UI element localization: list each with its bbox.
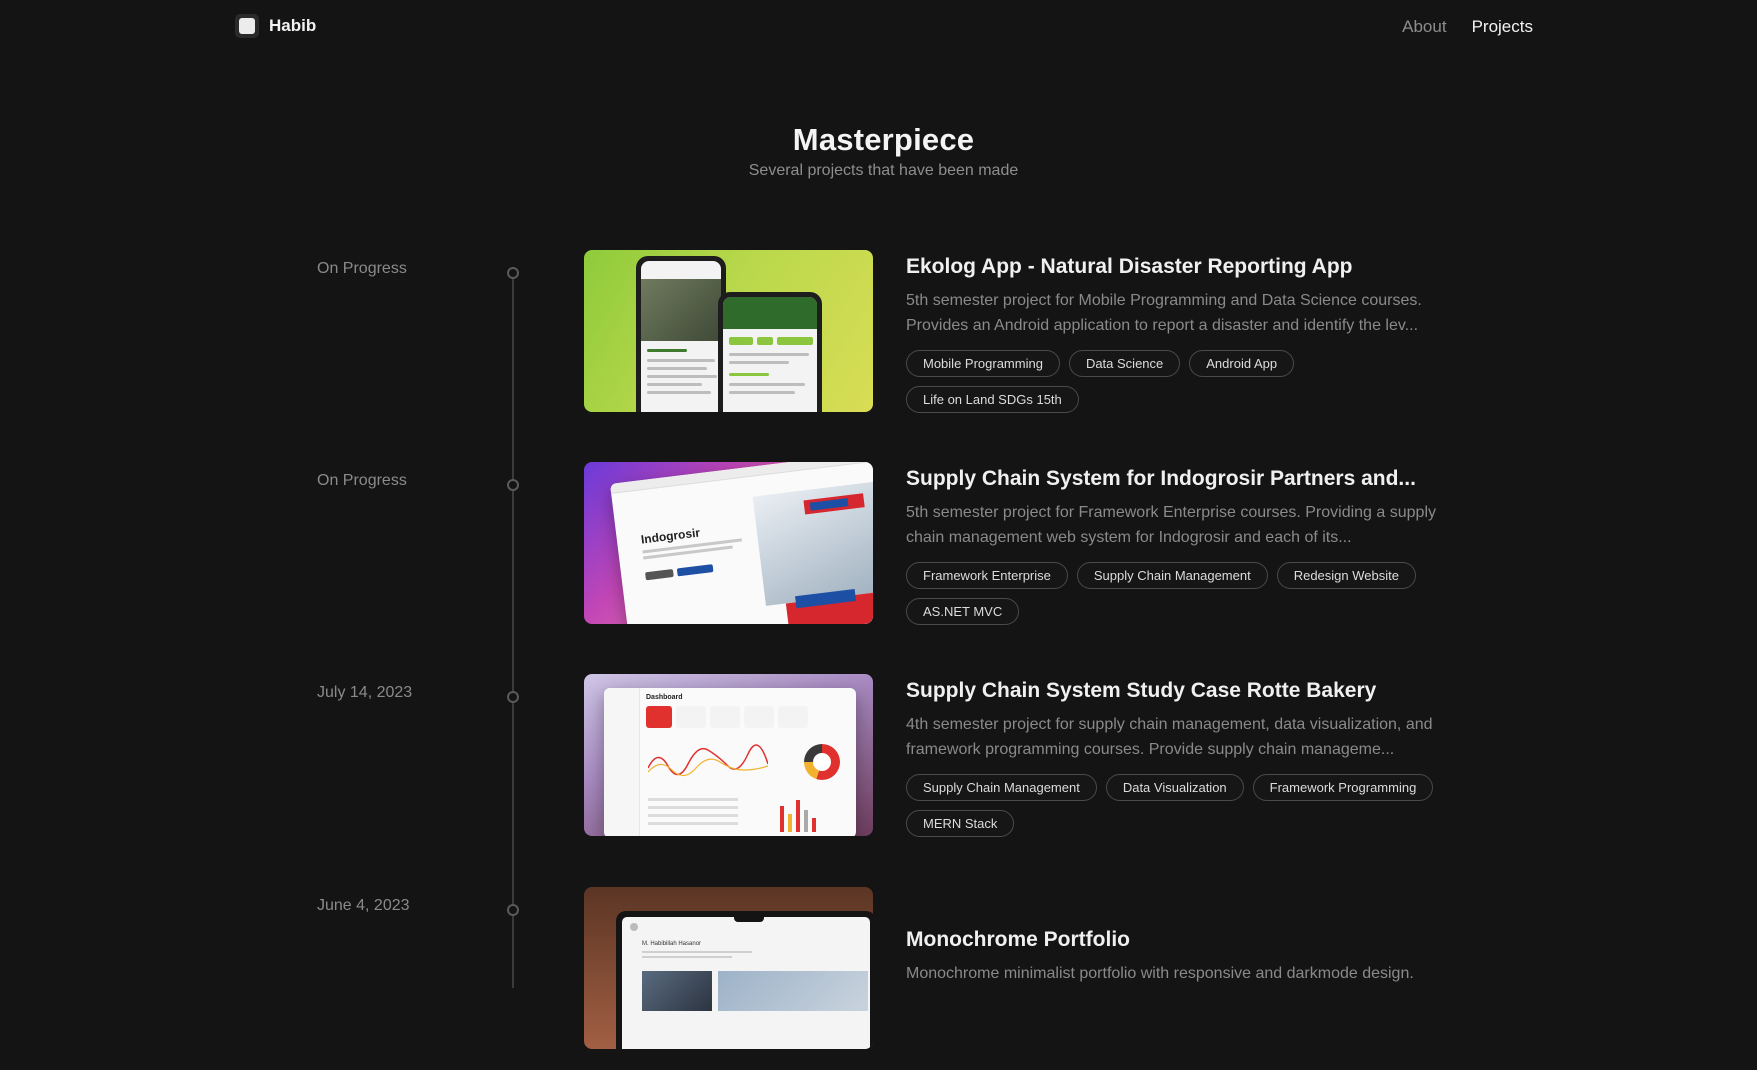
project-info: Supply Chain System for Indogrosir Partn… (906, 467, 1446, 625)
project-tag[interactable]: Framework Enterprise (906, 562, 1068, 589)
project-title[interactable]: Supply Chain System for Indogrosir Partn… (906, 467, 1446, 491)
nav-link-about[interactable]: About (1402, 17, 1446, 37)
project-title[interactable]: Ekolog App - Natural Disaster Reporting … (906, 255, 1446, 279)
project-title[interactable]: Supply Chain System Study Case Rotte Bak… (906, 679, 1446, 703)
project-tag[interactable]: AS.NET MVC (906, 598, 1020, 625)
page-title: Masterpiece (792, 122, 975, 157)
phone-mockup-icon (636, 256, 726, 412)
project-title[interactable]: Monochrome Portfolio (906, 928, 1446, 952)
project-tag[interactable]: Redesign Website (1276, 562, 1416, 589)
line-chart-icon (648, 744, 768, 777)
project-tag[interactable]: Android App (1189, 350, 1295, 377)
thumbnail-label: Dashboard (646, 694, 683, 701)
project-thumbnail[interactable] (584, 250, 873, 412)
project-tag[interactable]: Data Visualization (1105, 774, 1244, 801)
project-tag[interactable]: Mobile Programming (906, 350, 1060, 377)
timeline-dot-icon (507, 691, 519, 703)
project-entry: On Progress Indogrosir Supply Chain Syst… (0, 462, 1757, 645)
project-entry: June 4, 2023 M. Habibillah Hasanor Monoc… (0, 887, 1757, 1070)
dashboard-mockup-icon: Dashboard (604, 688, 856, 836)
page-subtitle: Several projects that have been made (748, 162, 1019, 179)
nav-links: About Projects (1402, 17, 1533, 37)
timeline-dot-icon (507, 904, 519, 916)
project-tag[interactable]: Life on Land SDGs 15th (906, 386, 1079, 413)
project-thumbnail[interactable]: Dashboard (584, 674, 873, 836)
project-date: On Progress (317, 260, 407, 277)
timeline-dot-icon (507, 267, 519, 279)
project-tag[interactable]: Framework Programming (1252, 774, 1434, 801)
project-date: On Progress (317, 472, 407, 489)
project-tag[interactable]: MERN Stack (906, 810, 1015, 837)
browser-mockup-icon: Indogrosir (610, 462, 873, 624)
project-date: July 14, 2023 (317, 684, 413, 701)
top-navbar: Habib About Projects (0, 0, 1757, 54)
brand-link[interactable]: Habib (235, 14, 316, 38)
project-description: 5th semester project for Framework Enter… (906, 504, 1436, 546)
project-info: Monochrome Portfolio Monochrome minimali… (906, 928, 1446, 1011)
project-description: 5th semester project for Mobile Programm… (906, 292, 1422, 334)
project-tags: Framework Enterprise Supply Chain Manage… (906, 562, 1446, 625)
project-entry: On Progress Ekolog App - Natural Disaste… (0, 250, 1757, 433)
project-entry: July 14, 2023 Dashboard Supply Chain Sys… (0, 674, 1757, 857)
project-thumbnail[interactable]: M. Habibillah Hasanor (584, 887, 873, 1049)
project-description: 4th semester project for supply chain ma… (906, 716, 1433, 758)
project-tag[interactable]: Supply Chain Management (906, 774, 1097, 801)
project-info: Supply Chain System Study Case Rotte Bak… (906, 679, 1446, 837)
project-tags: Supply Chain Management Data Visualizati… (906, 774, 1446, 837)
nav-link-projects[interactable]: Projects (1472, 17, 1533, 37)
project-tag[interactable]: Supply Chain Management (1076, 562, 1268, 589)
thumbnail-label: M. Habibillah Hasanor (642, 941, 702, 947)
donut-chart-icon (804, 744, 840, 780)
project-date: June 4, 2023 (317, 897, 410, 914)
timeline-dot-icon (507, 479, 519, 491)
project-tag[interactable]: Data Science (1068, 350, 1181, 377)
project-thumbnail[interactable]: Indogrosir (584, 462, 873, 624)
project-info: Ekolog App - Natural Disaster Reporting … (906, 255, 1446, 413)
brand-logo-icon (235, 14, 259, 38)
page-header: Masterpiece Several projects that have b… (0, 122, 1757, 180)
laptop-mockup-icon: M. Habibillah Hasanor (616, 911, 873, 1049)
phone-mockup-icon (718, 292, 822, 412)
project-description: Monochrome minimalist portfolio with res… (906, 965, 1414, 982)
brand-name: Habib (269, 16, 317, 35)
project-tags: Mobile Programming Data Science Android … (906, 350, 1446, 413)
